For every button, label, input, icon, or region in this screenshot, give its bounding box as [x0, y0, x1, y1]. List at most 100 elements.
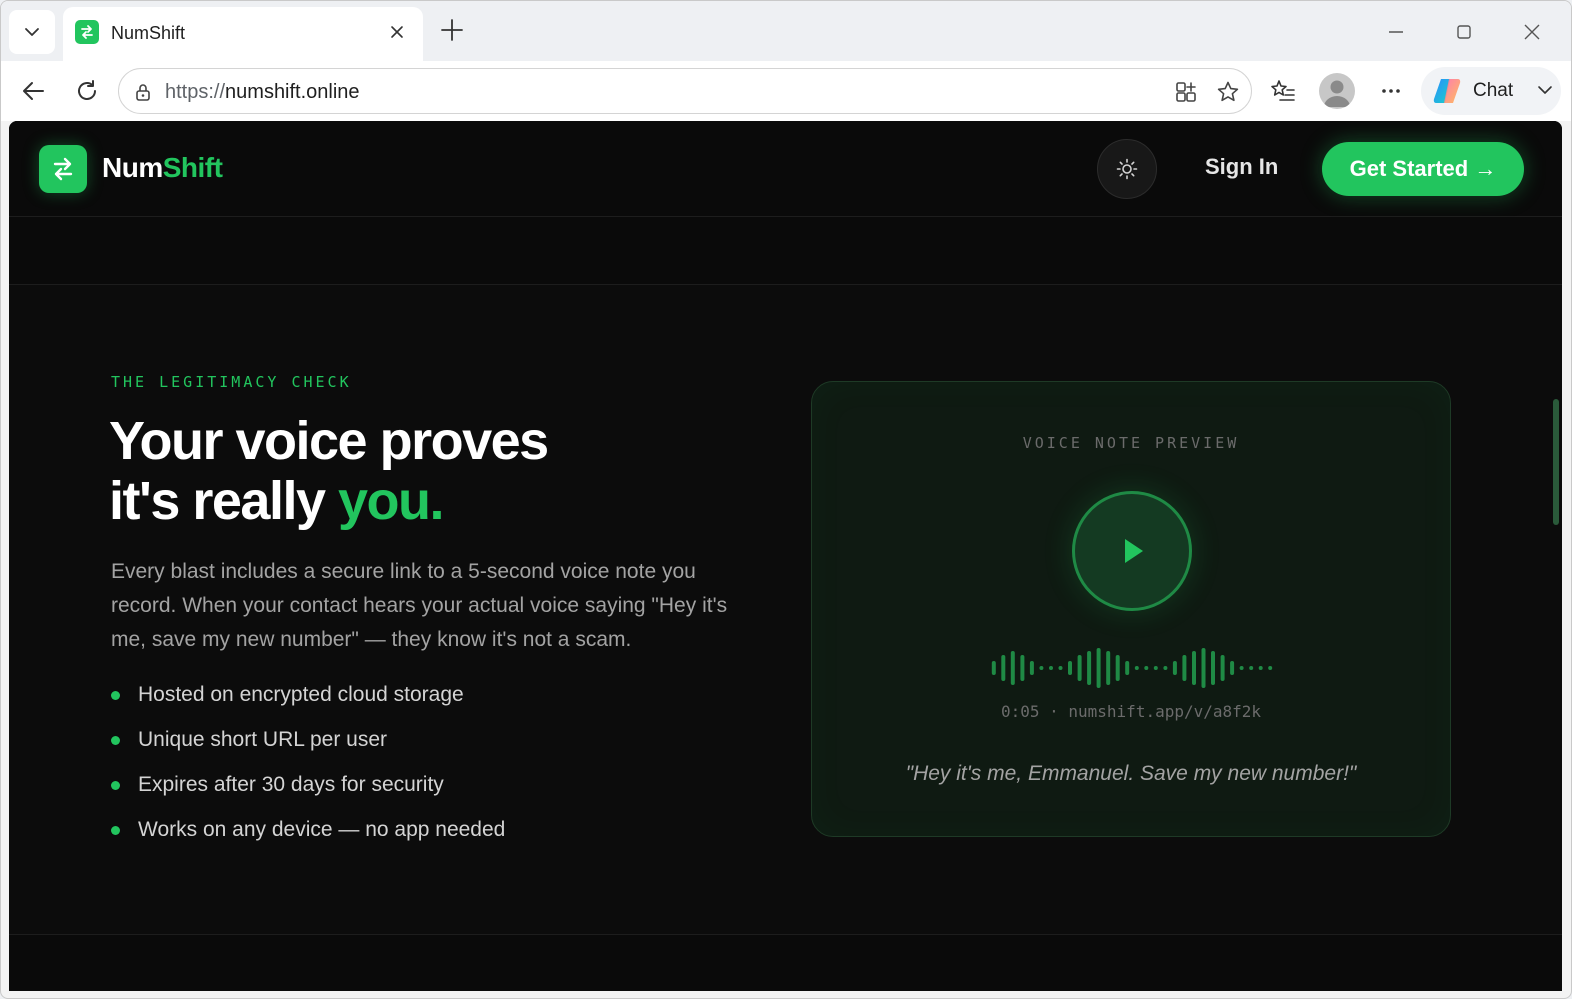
apps-icon [1176, 82, 1196, 102]
lock-icon[interactable] [131, 80, 155, 104]
star-icon [1217, 81, 1239, 102]
headline-line-1: Your voice proves [109, 411, 549, 471]
close-icon [391, 26, 403, 38]
minimize-button[interactable] [1381, 17, 1411, 47]
back-arrow-icon [23, 82, 44, 100]
waveform-bar [1020, 655, 1025, 681]
chevron-down-icon [25, 28, 39, 36]
copilot-icon [1433, 79, 1461, 103]
bullet-dot-icon [111, 781, 120, 790]
waveform-bar [1172, 661, 1177, 675]
section-eyebrow: THE LEGITIMACY CHECK [111, 373, 352, 391]
browser-window: NumShift https://numshift.online Chat Nu… [0, 0, 1572, 999]
waveform-bar [1211, 651, 1215, 685]
sign-in-link[interactable]: Sign In [1205, 154, 1278, 180]
feature-list: Hosted on encrypted cloud storage Unique… [111, 683, 505, 863]
chevron-down-icon [1538, 86, 1552, 94]
maximize-icon [1457, 25, 1471, 39]
feature-text: Hosted on encrypted cloud storage [138, 683, 464, 706]
feature-item: Hosted on encrypted cloud storage [111, 683, 505, 728]
sun-icon [1116, 158, 1138, 180]
close-icon [1524, 24, 1540, 40]
waveform-bar [1249, 666, 1254, 670]
waveform-bar [1115, 655, 1120, 681]
logo-shift: Shift [162, 152, 223, 183]
bullet-dot-icon [111, 826, 120, 835]
waveform-bar [1268, 666, 1273, 670]
waveform-bar [1144, 666, 1149, 670]
waveform-bar [1001, 655, 1006, 681]
waveform-bar [1058, 666, 1063, 670]
page-viewport: NumShift Sign In Get Started → THE LEGIT… [9, 121, 1562, 991]
maximize-button[interactable] [1449, 17, 1479, 47]
waveform-bar [1087, 651, 1092, 685]
waveform-bar [1134, 666, 1139, 670]
copilot-chat-button[interactable]: Chat [1421, 67, 1561, 115]
ellipsis-icon [1382, 89, 1400, 93]
headline-accent: you. [337, 471, 445, 531]
tab-title: NumShift [111, 23, 186, 43]
tab-numshift[interactable]: NumShift [63, 7, 423, 61]
headline-line-2: it's really [109, 471, 338, 531]
feature-text: Works on any device — no app needed [138, 818, 506, 841]
address-url[interactable]: https://numshift.online [165, 81, 360, 104]
bullet-dot-icon [111, 691, 120, 700]
waveform-bar [1163, 666, 1168, 670]
profile-avatar[interactable] [1319, 73, 1355, 109]
tab-actions-button[interactable] [9, 10, 55, 54]
play-voice-note-button[interactable] [1072, 491, 1192, 611]
get-started-button[interactable]: Get Started → [1322, 142, 1524, 196]
url-host: numshift.online [225, 81, 360, 103]
waveform-bar [1077, 655, 1082, 681]
more-options-button[interactable] [1373, 73, 1409, 109]
back-button[interactable] [15, 73, 51, 109]
header-spacer-band [9, 217, 1562, 285]
swap-arrows-icon [53, 157, 73, 181]
site-header: NumShift Sign In Get Started → [9, 121, 1562, 217]
tab-close-button[interactable] [385, 20, 409, 44]
close-window-button[interactable] [1517, 17, 1547, 47]
feature-item: Unique short URL per user [111, 728, 505, 773]
waveform-bar [1010, 651, 1015, 685]
favorites-button[interactable] [1265, 73, 1301, 109]
tab-strip: NumShift [1, 1, 1571, 61]
waveform-bar [1049, 666, 1053, 670]
voice-note-quote: "Hey it's me, Emmanuel. Save my new numb… [905, 762, 1357, 785]
address-bar[interactable]: https://numshift.online [118, 68, 1252, 114]
favorites-list-icon [1271, 80, 1295, 101]
favorite-button[interactable] [1215, 79, 1241, 105]
waveform-bar [1125, 661, 1130, 675]
reload-button[interactable] [69, 73, 105, 109]
new-tab-button[interactable] [437, 15, 467, 45]
waveform-bar [1096, 648, 1101, 688]
feature-text: Unique short URL per user [138, 728, 388, 751]
waveform-bar [1230, 661, 1235, 675]
logo-num: Num [102, 152, 163, 183]
voice-note-meta: 0:05 · numshift.app/v/a8f2k [1000, 702, 1262, 721]
play-icon [1125, 539, 1143, 563]
theme-toggle-button[interactable] [1097, 139, 1157, 199]
waveform-bar [1201, 648, 1206, 688]
scrollbar-thumb[interactable] [1553, 399, 1559, 525]
feature-item: Expires after 30 days for security [111, 773, 505, 818]
logo-mark[interactable] [39, 145, 87, 193]
waveform-bar [1106, 651, 1111, 685]
bullet-dot-icon [111, 736, 120, 745]
waveform-bar [1220, 655, 1225, 681]
person-icon [1324, 80, 1350, 107]
waveform-bar [1192, 651, 1196, 685]
plus-icon [441, 19, 463, 41]
voice-note-card: VOICE NOTE PREVIEW 0:05 · numshift.app/v… [811, 381, 1451, 837]
waveform-bar [1239, 666, 1244, 670]
feature-text: Expires after 30 days for security [138, 773, 444, 796]
chat-label: Chat [1473, 80, 1514, 101]
legitimacy-section: THE LEGITIMACY CHECK Your voice proves i… [9, 285, 1562, 935]
waveform-bar [1182, 655, 1187, 681]
url-scheme: https:// [165, 81, 226, 103]
waveform-bar [1039, 666, 1044, 670]
logo-wordmark[interactable]: NumShift [102, 152, 223, 184]
waveform-graphic [991, 648, 1273, 688]
waveform-bar [1029, 661, 1034, 675]
app-available-button[interactable] [1173, 79, 1199, 105]
browser-toolbar: https://numshift.online Chat [1, 61, 1571, 121]
